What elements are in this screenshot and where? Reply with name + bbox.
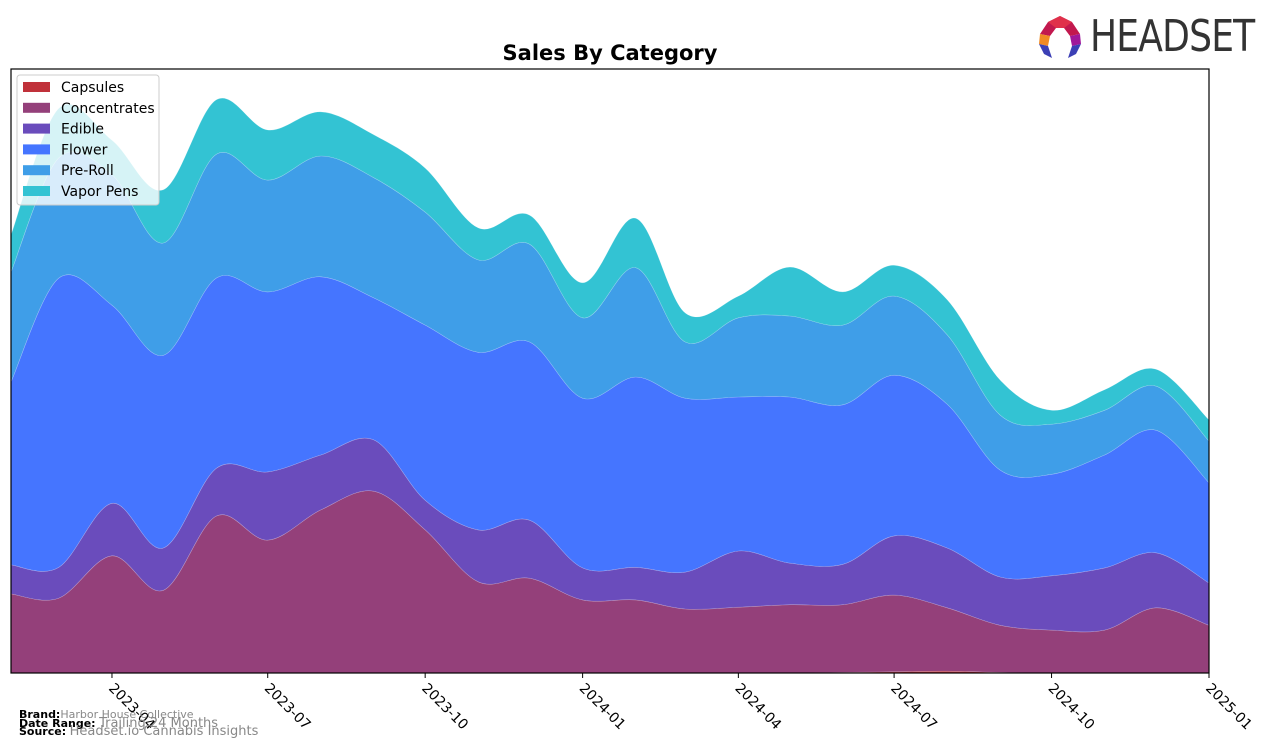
x-tick-label: 2023-07 [261, 681, 314, 734]
legend-swatch-pre-roll [23, 165, 50, 176]
x-tick-label: 2024-04 [732, 681, 785, 734]
area-layers [11, 97, 1209, 673]
footer-source-label: Source: [19, 725, 67, 738]
x-tick-label: 2025-01 [1202, 681, 1255, 734]
x-tick-label: 2023-10 [418, 681, 471, 734]
headset-logo-icon [1039, 16, 1081, 58]
x-tick-label: 2024-01 [576, 681, 629, 734]
legend-label-concentrates: Concentrates [61, 101, 155, 117]
headset-logo: HEADSET [1036, 14, 1276, 60]
footer-source-value: Headset.io Cannabis Insights [69, 724, 259, 739]
chart-title: Sales By Category [503, 41, 718, 65]
legend-swatch-edible [23, 123, 50, 134]
legend-label-edible: Edible [61, 122, 104, 138]
footer-source: Source: Headset.io Cannabis Insights [19, 725, 258, 738]
x-tick-label: 2024-10 [1045, 681, 1098, 734]
legend-swatch-vapor-pens [23, 186, 50, 196]
legend-label-pre-roll: Pre-Roll [61, 163, 114, 179]
legend-label-capsules: Capsules [61, 80, 124, 96]
x-axis: 2023-04 2023-07 2023-10 2024-01 2024-04 2024-… [105, 673, 1255, 733]
legend-swatch-concentrates [23, 102, 50, 113]
legend: Capsules Concentrates Edible Flower Pre-Roll… [16, 74, 160, 206]
legend-label-vapor-pens: Vapor Pens [61, 184, 138, 200]
sales-by-category-chart: Sales By Category 2023-04 2023-07 2023-10 2… [10, 41, 1255, 733]
headset-logo-text: HEADSET [1090, 11, 1255, 62]
legend-swatch-capsules [23, 82, 50, 92]
legend-label-flower: Flower [61, 142, 108, 158]
legend-swatch-flower [23, 144, 50, 155]
x-tick-label: 2024-07 [887, 681, 940, 734]
